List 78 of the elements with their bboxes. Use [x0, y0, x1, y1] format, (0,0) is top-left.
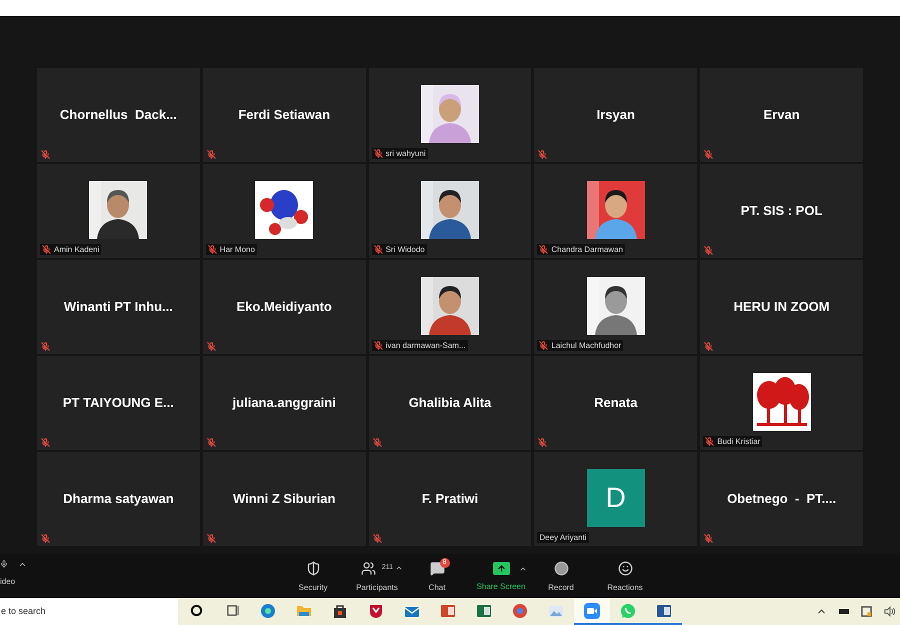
muted-mic-icon — [539, 245, 548, 254]
muted-mic-icon — [206, 534, 216, 543]
people-icon — [360, 561, 376, 576]
smiley-icon — [618, 561, 632, 576]
participant-name: PT. SIS : POL — [740, 202, 822, 220]
video-camera-icon — [584, 602, 600, 618]
toolbar-button[interactable]: Reactions — [595, 558, 655, 594]
muted-mic-icon — [41, 438, 50, 447]
participant-label: Har Mono — [220, 244, 255, 255]
avatar-letter: D — [606, 481, 626, 515]
toolbar-label: ideo — [0, 576, 16, 588]
speaker-icon[interactable] — [884, 606, 896, 617]
participant-name: juliana.anggraini — [232, 394, 336, 412]
participant-name: F. Pratiwi — [422, 490, 478, 508]
chat-icon — [430, 561, 444, 576]
muted-mic-icon — [372, 438, 382, 447]
record-icon — [554, 561, 568, 576]
toolbar-button[interactable]: Share Screen — [471, 559, 531, 593]
participant-name: HERU IN ZOOM — [734, 298, 830, 316]
muted-mic-icon — [538, 438, 548, 447]
muted-mic-icon — [208, 245, 217, 254]
share-screen-icon — [492, 562, 510, 575]
participant-name: PT TAIYOUNG E... — [62, 394, 174, 412]
participant-label: Deey Ariyanti — [539, 532, 587, 543]
search-input[interactable]: e to search — [0, 604, 178, 618]
muted-mic-icon — [41, 342, 50, 351]
participant-name: Winni Z Siburian — [232, 490, 336, 508]
participant-name: Ferdi Setiawan — [238, 106, 330, 124]
participant-label: sri wahyuni — [386, 148, 426, 159]
cortana-icon — [190, 604, 202, 617]
participant-name: Renata — [594, 394, 638, 412]
muted-mic-icon — [41, 150, 50, 159]
muted-mic-icon — [206, 150, 216, 159]
toolbar-button[interactable]: Security — [283, 558, 343, 594]
muted-mic-icon — [206, 342, 216, 351]
muted-mic-icon — [206, 438, 216, 447]
participant-label: Chandra Darmawan — [551, 244, 623, 255]
participant-name: Winanti PT Inhu... — [64, 298, 173, 316]
caret-icon[interactable] — [395, 564, 403, 572]
document-icon — [440, 602, 456, 618]
muted-mic-icon — [705, 437, 714, 446]
participant-label: Amin Kadeni — [54, 244, 100, 255]
muted-mic-icon — [704, 246, 714, 255]
participant-name: Ervan — [764, 106, 800, 124]
muted-mic-icon — [42, 245, 51, 254]
muted-mic-icon — [372, 534, 382, 543]
caret-icon[interactable] — [519, 565, 527, 573]
shopping-bag-icon — [332, 602, 348, 618]
muted-mic-icon — [374, 149, 383, 158]
browser-icon — [260, 602, 276, 618]
tray-app-icon[interactable] — [861, 606, 872, 617]
shield-icon — [306, 561, 320, 576]
participant-label: Sri Widodo — [386, 244, 425, 255]
muted-mic-icon — [374, 341, 383, 350]
participant-name: Chornellus Dack... — [60, 106, 177, 124]
participant-name: Irsyan — [596, 106, 635, 124]
document-icon — [656, 602, 672, 618]
participant-name: Dharma satyawan — [63, 490, 174, 508]
muted-mic-icon — [704, 150, 714, 159]
search-field[interactable]: e to search — [0, 598, 178, 625]
document-icon — [476, 602, 492, 618]
muted-mic-icon — [539, 341, 548, 350]
participant-name: Obetnego - PT.... — [727, 490, 836, 508]
participant-name: Ghalibia Alita — [408, 394, 492, 412]
participant-label: Laichul Machfudhor — [551, 340, 622, 351]
participant-label: ivan darmawan-Sam... — [386, 340, 466, 351]
muted-mic-icon — [704, 342, 714, 351]
shield-icon — [368, 602, 384, 618]
browser-icon — [512, 602, 528, 618]
muted-mic-icon — [538, 150, 548, 159]
muted-mic-icon — [374, 245, 383, 254]
toolbar-button[interactable]: Record — [531, 558, 591, 594]
chat-bubble-icon — [620, 602, 636, 618]
task-view-icon — [226, 604, 238, 617]
participant-label: Budi Kristiar — [717, 436, 760, 447]
muted-mic-icon — [41, 534, 50, 543]
participant-name: Eko.Meidiyanto — [236, 298, 332, 316]
muted-mic-icon — [704, 534, 714, 543]
